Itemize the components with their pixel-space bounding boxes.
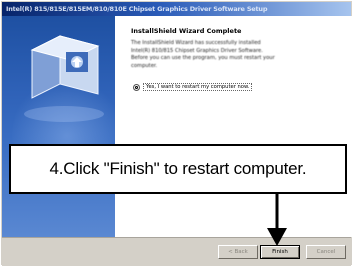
wizard-heading: InstallShield Wizard Complete — [131, 27, 242, 35]
wizard-side-panel — [2, 16, 122, 237]
instruction-text: 4.Click "Finish" to restart computer. — [49, 159, 307, 178]
installer-window: Intel(R) 815/815E/815EM/810/810E Chipset… — [0, 0, 353, 266]
wizard-content-panel: InstallShield Wizard Complete The Instal… — [115, 16, 352, 237]
window-title: Intel(R) 815/815E/815EM/810/810E Chipset… — [6, 5, 268, 13]
finish-button[interactable]: Finish — [260, 245, 300, 259]
radio-selected-icon[interactable] — [133, 83, 140, 91]
cancel-button[interactable]: Cancel — [306, 245, 346, 259]
instruction-callout: 4.Click "Finish" to restart computer. — [9, 144, 347, 194]
wizard-button-bar: < Back Finish Cancel — [2, 237, 351, 266]
installer-box-icon — [24, 35, 104, 122]
wizard-body-text: The InstallShield Wizard has successfull… — [131, 40, 275, 69]
title-bar: Intel(R) 815/815E/815EM/810/810E Chipset… — [2, 2, 351, 16]
restart-option-label[interactable]: Yes, I want to restart my computer now. — [143, 83, 253, 91]
restart-option[interactable]: Yes, I want to restart my computer now. — [133, 82, 253, 92]
back-button[interactable]: < Back — [218, 245, 258, 259]
